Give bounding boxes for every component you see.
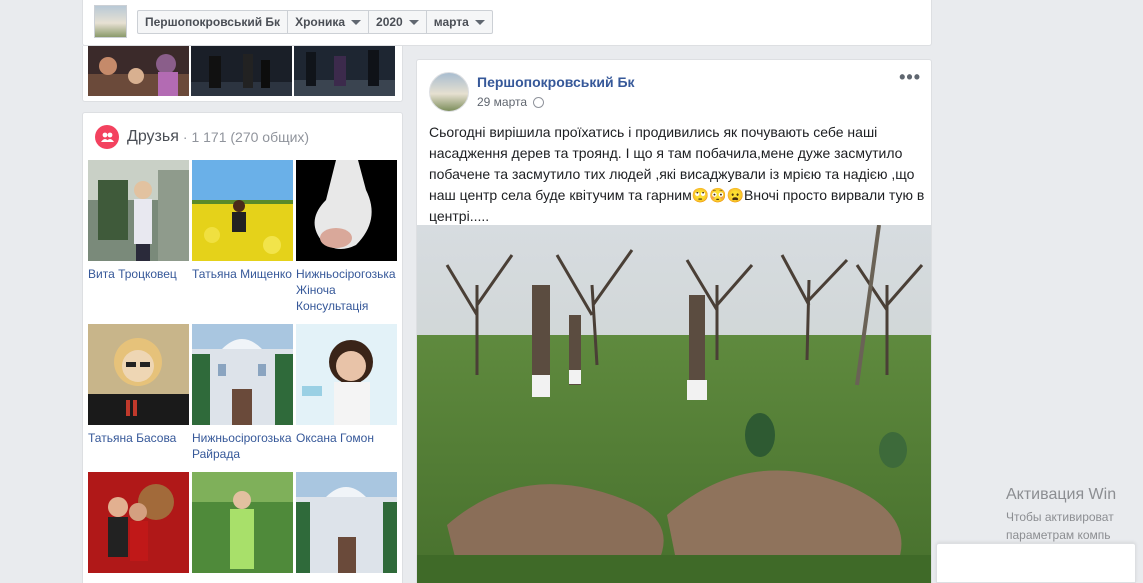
friend-photo[interactable] bbox=[88, 472, 189, 573]
friend-tile[interactable]: Татьяна Мищенко bbox=[192, 160, 293, 282]
photos-card bbox=[82, 46, 403, 102]
caret-down-icon bbox=[408, 19, 419, 25]
friend-name[interactable]: Вита Троцковец bbox=[88, 266, 189, 282]
watermark-title: Активация Win bbox=[1006, 486, 1117, 503]
post-meta: 29 марта bbox=[477, 95, 545, 109]
caret-down-icon bbox=[474, 19, 485, 25]
friends-title[interactable]: Друзья bbox=[127, 128, 179, 146]
caret-down-icon bbox=[351, 19, 362, 25]
photo-thumbnail[interactable] bbox=[294, 46, 395, 96]
photo-thumbnail[interactable] bbox=[88, 46, 189, 96]
friend-photo[interactable] bbox=[192, 324, 293, 425]
page-thumbnail[interactable] bbox=[94, 5, 127, 38]
year-dropdown[interactable]: 2020 bbox=[369, 11, 427, 33]
friend-name[interactable]: Нижньосірогозька Райрада bbox=[192, 430, 293, 462]
timeline-filter-bar: Першопокровський Бк Хроника 2020 марта bbox=[137, 10, 493, 34]
friend-photo[interactable] bbox=[296, 324, 397, 425]
chat-bar[interactable] bbox=[936, 543, 1136, 583]
year-dropdown-label: 2020 bbox=[376, 15, 403, 29]
friend-photo[interactable] bbox=[296, 472, 397, 573]
timeline-dropdown[interactable]: Хроника bbox=[288, 11, 370, 33]
post-text: Сьогодні вирішила проїхатись і продивили… bbox=[429, 124, 925, 224]
more-options-icon[interactable]: ••• bbox=[899, 68, 921, 86]
friends-card: Друзья · 1 171 (270 общих) Вита Троцкове… bbox=[82, 112, 403, 583]
watermark-line-1: Чтобы активироват bbox=[1006, 510, 1114, 524]
page-name-button[interactable]: Першопокровський Бк bbox=[138, 11, 289, 33]
photo-thumbnail[interactable] bbox=[191, 46, 292, 96]
friend-tile[interactable] bbox=[88, 472, 189, 573]
friend-tile[interactable] bbox=[296, 472, 397, 573]
post-image[interactable] bbox=[417, 225, 932, 583]
page-name-label: Першопокровський Бк bbox=[145, 15, 281, 29]
friend-photo[interactable] bbox=[88, 324, 189, 425]
post-author-avatar[interactable] bbox=[429, 72, 469, 112]
watermark-line-2: параметрам компь bbox=[1006, 528, 1111, 542]
friends-icon bbox=[95, 125, 119, 149]
windows-activation-watermark: Активация Win Чтобы активироват параметр… bbox=[1006, 486, 1116, 544]
friend-photo[interactable] bbox=[192, 160, 293, 261]
friend-tile[interactable]: Нижньосірогозька Жіноча Консультація bbox=[296, 160, 397, 314]
post-author-name[interactable]: Першопокровський Бк bbox=[477, 74, 635, 90]
friend-photo[interactable] bbox=[192, 472, 293, 573]
friend-photo[interactable] bbox=[296, 160, 397, 261]
friend-name[interactable]: Нижньосірогозька Жіноча Консультація bbox=[296, 266, 397, 314]
friend-photo[interactable] bbox=[88, 160, 189, 261]
month-dropdown-label: марта bbox=[433, 15, 469, 29]
globe-icon bbox=[533, 96, 545, 108]
post-card: Першопокровський Бк 29 марта ••• Сьогодн… bbox=[416, 59, 932, 583]
friend-tile[interactable]: Татьяна Басова bbox=[88, 324, 189, 446]
friends-header: Друзья · 1 171 (270 общих) bbox=[95, 125, 309, 149]
friend-tile[interactable]: Вита Троцковец bbox=[88, 160, 189, 282]
post-date[interactable]: 29 марта bbox=[477, 95, 527, 109]
friend-name[interactable]: Татьяна Мищенко bbox=[192, 266, 293, 282]
friends-count: · 1 171 (270 общих) bbox=[182, 129, 310, 145]
friend-tile[interactable]: Нижньосірогозька Райрада bbox=[192, 324, 293, 462]
friend-name[interactable]: Оксана Гомон bbox=[296, 430, 397, 446]
timeline-dropdown-label: Хроника bbox=[295, 15, 346, 29]
friend-tile[interactable]: Оксана Гомон bbox=[296, 324, 397, 446]
friend-name[interactable]: Татьяна Басова bbox=[88, 430, 189, 446]
month-dropdown[interactable]: марта bbox=[427, 11, 492, 33]
timeline-nav-card: Першопокровський Бк Хроника 2020 марта bbox=[82, 0, 932, 46]
friend-tile[interactable] bbox=[192, 472, 293, 573]
